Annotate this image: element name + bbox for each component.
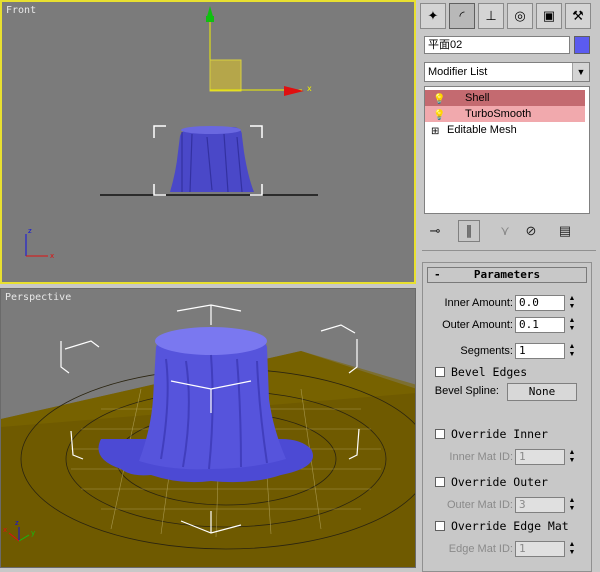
pin-stack-icon[interactable]: ⊸ <box>424 220 446 242</box>
command-panel: ✦ ◜ ⊥ ◎ ▣ ⚒ 平面02 Modifier List ▼ 💡 Shell… <box>418 0 600 572</box>
spinner-icon[interactable]: ▲ ▼ <box>567 317 577 333</box>
utilities-icon[interactable]: ⚒ <box>565 3 591 29</box>
display-icon[interactable]: ▣ <box>536 3 562 29</box>
svg-text:y: y <box>31 529 35 537</box>
inner-amount-input[interactable]: 0.0 <box>515 295 565 311</box>
hierarchy-icon[interactable]: ⊥ <box>478 3 504 29</box>
object-color-swatch[interactable] <box>574 36 590 54</box>
bevel-spline-row: Bevel Spline: None <box>423 383 591 401</box>
modifier-list-label: Modifier List <box>428 66 488 78</box>
bevel-spline-label: Bevel Spline: <box>434 385 499 397</box>
outer-mat-row: Outer Mat ID: 3 ▲ ▼ <box>423 497 591 515</box>
perspective-viewport[interactable]: Perspective z y x <box>0 288 416 568</box>
collapse-icon[interactable]: - <box>434 268 441 282</box>
bevel-spline-button[interactable]: None <box>507 383 577 401</box>
object-name-field[interactable]: 平面02 <box>424 36 570 54</box>
svg-text:x: x <box>307 84 312 93</box>
inner-mat-row: Inner Mat ID: 1 ▲ ▼ <box>423 449 591 467</box>
outer-amount-row: Outer Amount: 0.1 ▲ ▼ <box>423 317 591 335</box>
front-viewport[interactable]: Front x z x <box>0 0 416 284</box>
svg-text:x: x <box>50 252 54 260</box>
plus-box-icon[interactable]: ⊞ <box>431 124 439 140</box>
configure-sets-icon[interactable]: ▤ <box>554 220 576 242</box>
rollout-title: Parameters <box>473 268 541 281</box>
parameters-rollout-header[interactable]: - Parameters <box>427 267 587 283</box>
chevron-down-icon[interactable]: ▼ <box>572 63 589 81</box>
remove-modifier-icon[interactable]: ⊘ <box>520 220 542 242</box>
inner-amount-label: Inner Amount: <box>444 297 514 309</box>
modifier-list-dropdown[interactable]: Modifier List ▼ <box>424 62 590 82</box>
edge-mat-label: Edge Mat ID: <box>448 543 513 555</box>
inner-amount-row: Inner Amount: 0.0 ▲ ▼ <box>423 295 591 313</box>
front-scene: x z x <box>25 6 318 260</box>
edge-mat-row: Edge Mat ID: 1 ▲ ▼ <box>423 541 591 559</box>
edge-mat-input[interactable]: 1 <box>515 541 565 557</box>
segments-input[interactable]: 1 <box>515 343 565 359</box>
spinner-icon[interactable]: ▲ ▼ <box>567 541 577 557</box>
command-tabs: ✦ ◜ ⊥ ◎ ▣ ⚒ <box>420 3 598 29</box>
override-outer-checkbox[interactable]: Override Outer <box>435 475 595 491</box>
panel-divider <box>422 250 596 251</box>
spinner-icon[interactable]: ▲ ▼ <box>567 343 577 359</box>
perspective-scene: z y x <box>1 304 415 567</box>
modifier-stack[interactable]: 💡 Shell 💡 TurboSmooth ⊞ Editable Mesh <box>424 86 590 214</box>
spinner-icon[interactable]: ▲ ▼ <box>567 449 577 465</box>
show-end-result-icon[interactable]: ∥ <box>458 220 480 242</box>
outer-mat-label: Outer Mat ID: <box>446 499 513 511</box>
svg-text:z: z <box>15 519 19 527</box>
inner-mat-input[interactable]: 1 <box>515 449 565 465</box>
override-inner-checkbox[interactable]: Override Inner <box>435 427 595 443</box>
stack-item-turbosmooth[interactable]: 💡 TurboSmooth <box>425 106 585 122</box>
svg-text:x: x <box>3 526 7 534</box>
segments-label: Segments: <box>460 345 513 357</box>
stack-toolbar: ⊸ ∥ ⋎ ⊘ ▤ <box>424 220 590 242</box>
segments-row: Segments: 1 ▲ ▼ <box>423 343 591 361</box>
inner-mat-label: Inner Mat ID: <box>449 451 513 463</box>
outer-amount-input[interactable]: 0.1 <box>515 317 565 333</box>
spinner-icon[interactable]: ▲ ▼ <box>567 295 577 311</box>
modify-icon[interactable]: ◜ <box>449 3 475 29</box>
stack-item-shell[interactable]: 💡 Shell <box>425 90 585 106</box>
stack-item-editable-mesh[interactable]: ⊞ Editable Mesh <box>425 122 585 138</box>
make-unique-icon[interactable]: ⋎ <box>494 220 516 242</box>
create-icon[interactable]: ✦ <box>420 3 446 29</box>
motion-icon[interactable]: ◎ <box>507 3 533 29</box>
spinner-icon[interactable]: ▲ ▼ <box>567 497 577 513</box>
outer-mat-input[interactable]: 3 <box>515 497 565 513</box>
svg-text:z: z <box>28 227 32 235</box>
override-edge-checkbox[interactable]: Override Edge Mat <box>435 519 595 535</box>
viewport-label-front[interactable]: Front <box>6 5 36 16</box>
outer-amount-label: Outer Amount: <box>442 319 513 331</box>
parameters-rollout: - Parameters Inner Amount: 0.0 ▲ ▼ Outer … <box>422 262 592 572</box>
viewport-label-perspective[interactable]: Perspective <box>5 292 71 303</box>
bevel-edges-checkbox[interactable]: Bevel Edges <box>435 365 595 381</box>
